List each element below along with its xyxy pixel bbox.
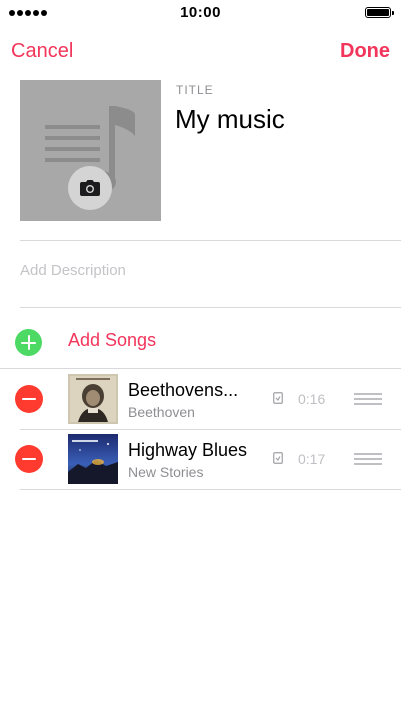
- cancel-button[interactable]: Cancel: [11, 40, 73, 63]
- playlist-artwork[interactable]: [20, 80, 161, 221]
- remove-song-button[interactable]: [15, 445, 43, 473]
- beethoven-portrait-cover: [68, 374, 118, 424]
- status-time: 10:00: [180, 4, 221, 21]
- song-title: Beethovens...: [128, 380, 239, 400]
- add-circle-icon: [15, 329, 42, 356]
- song-duration: 0:17: [298, 451, 326, 467]
- edit-playlist-screen: 10:00 Cancel Done TITLE My music Add Des…: [0, 0, 401, 712]
- song-row[interactable]: Beethovens... Beethoven 0:16: [0, 369, 401, 429]
- add-songs-label: Add Songs: [68, 330, 157, 350]
- divider: [20, 489, 401, 490]
- night-sky-cover: [68, 434, 118, 484]
- divider: [20, 307, 401, 308]
- divider: [20, 240, 401, 241]
- remove-song-button[interactable]: [15, 385, 43, 413]
- downloaded-icon: [273, 392, 283, 404]
- description-input[interactable]: Add Description: [20, 262, 126, 279]
- song-duration: 0:16: [298, 391, 326, 407]
- done-button[interactable]: Done: [340, 40, 390, 63]
- reorder-handle-icon[interactable]: [354, 453, 382, 465]
- title-label: TITLE: [176, 83, 214, 97]
- camera-button[interactable]: [68, 166, 112, 210]
- status-bar: 10:00: [0, 0, 401, 26]
- downloaded-icon: [273, 452, 283, 464]
- song-title: Highway Blues: [128, 440, 248, 460]
- add-songs-button[interactable]: Add Songs: [0, 320, 401, 366]
- song-row[interactable]: Highway Blues New Stories 0:17: [0, 429, 401, 489]
- song-artist: Beethoven: [128, 404, 195, 420]
- battery-icon: [365, 7, 394, 18]
- song-artist: New Stories: [128, 464, 204, 480]
- reorder-handle-icon[interactable]: [354, 393, 382, 405]
- title-input[interactable]: My music: [175, 104, 285, 135]
- camera-icon: [80, 180, 100, 196]
